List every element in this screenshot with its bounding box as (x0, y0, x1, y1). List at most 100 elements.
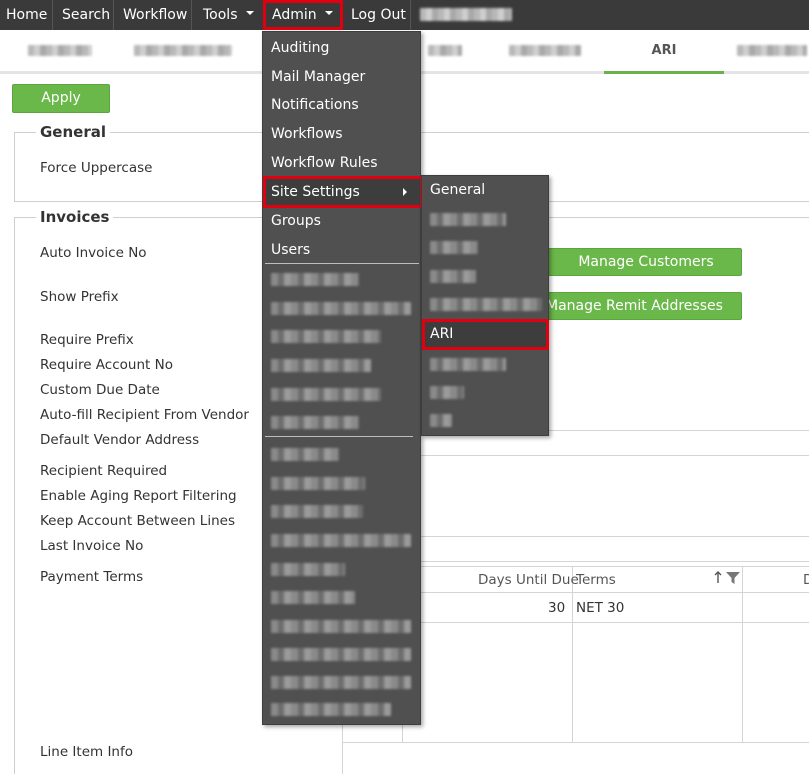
menu-divider (265, 263, 419, 264)
menu-item-mail-manager[interactable]: Mail Manager (263, 63, 420, 92)
menu-item-redacted[interactable] (263, 351, 420, 380)
grid-header-terms[interactable]: Terms (576, 572, 616, 588)
menu-item-workflows[interactable]: Workflows (263, 120, 420, 149)
redacted-menu-label (271, 447, 339, 461)
redacted-menu-label (271, 415, 359, 429)
nav-tools-label: Tools (203, 7, 238, 23)
redacted-menu-label (430, 269, 476, 283)
grid-header-days-until-due[interactable]: Days Until Due (478, 572, 579, 588)
general-legend: General (36, 123, 110, 141)
tab-redacted[interactable] (500, 30, 590, 71)
enable-aging-label: Enable Aging Report Filtering (40, 488, 237, 504)
submenu-item-redacted[interactable] (422, 290, 548, 319)
apply-button[interactable]: Apply (12, 84, 110, 113)
nav-logout[interactable]: Log Out (345, 0, 412, 30)
menu-item-redacted[interactable] (263, 265, 420, 294)
menu-item-redacted[interactable] (263, 526, 420, 555)
site-settings-submenu: General ARI (421, 175, 549, 436)
menu-item-notifications[interactable]: Notifications (263, 91, 420, 120)
menu-item-redacted[interactable] (263, 440, 420, 469)
last-invoice-no-label: Last Invoice No (40, 538, 144, 554)
redacted-menu-label (271, 272, 359, 286)
nav-tools[interactable]: Tools (197, 0, 260, 30)
auto-fill-recipient-label: Auto-fill Recipient From Vendor (40, 407, 249, 423)
nav-admin-label: Admin (272, 7, 317, 23)
nav-separator (410, 0, 411, 30)
redacted-menu-label (271, 476, 365, 490)
menu-item-redacted[interactable] (263, 612, 420, 641)
last-invoice-no-input[interactable] (420, 536, 809, 562)
submenu-item-redacted[interactable] (422, 350, 548, 379)
redacted-menu-label (430, 357, 506, 371)
show-prefix-label: Show Prefix (40, 289, 119, 305)
redacted-username (420, 8, 512, 21)
grid-cell-terms[interactable]: NET 30 (576, 600, 624, 616)
require-account-no-label: Require Account No (40, 357, 173, 373)
submenu-item-general[interactable]: General (422, 176, 548, 205)
tab-ari[interactable]: ARI (604, 30, 724, 74)
redacted-menu-label (271, 590, 355, 604)
invoices-legend: Invoices (36, 208, 114, 226)
auto-invoice-no-label: Auto Invoice No (40, 245, 147, 261)
menu-item-redacted[interactable] (263, 380, 420, 409)
tab-redacted[interactable] (420, 30, 470, 71)
menu-item-redacted[interactable] (263, 322, 420, 351)
redacted-menu-label (271, 562, 345, 576)
redacted-menu-label (271, 702, 391, 716)
menu-item-site-settings[interactable]: Site Settings (263, 176, 423, 208)
menu-item-redacted[interactable] (263, 668, 420, 697)
require-prefix-label: Require Prefix (40, 332, 134, 348)
payment-terms-label: Payment Terms (40, 569, 144, 585)
menu-item-groups[interactable]: Groups (263, 207, 420, 236)
submenu-item-redacted[interactable] (422, 205, 548, 234)
menu-item-redacted[interactable] (263, 408, 420, 437)
filter-icon[interactable] (726, 572, 740, 584)
manage-remit-addresses-button[interactable]: Manage Remit Addresses (532, 292, 742, 320)
redacted-menu-label (271, 387, 381, 401)
redacted-tab-label (133, 45, 232, 56)
keep-account-label: Keep Account Between Lines (40, 513, 235, 529)
redacted-menu-label (271, 533, 411, 547)
grid-cell-days[interactable]: 30 (548, 600, 565, 616)
redacted-tab-label (428, 45, 462, 56)
menu-item-redacted[interactable] (263, 555, 420, 584)
submenu-item-redacted[interactable] (422, 262, 548, 291)
chevron-right-icon (403, 188, 407, 196)
grid-header-partial: D (803, 572, 809, 588)
menu-item-redacted[interactable] (263, 294, 420, 323)
nav-separator (113, 0, 114, 30)
sort-ascending-icon[interactable] (714, 571, 722, 584)
redacted-menu-label (430, 413, 452, 427)
submenu-item-redacted[interactable] (422, 406, 548, 435)
menu-item-redacted[interactable] (263, 583, 420, 612)
nav-home[interactable]: Home (0, 0, 53, 30)
redacted-tab-label (509, 45, 581, 56)
manage-customers-button[interactable]: Manage Customers (532, 248, 742, 276)
menu-item-auditing[interactable]: Auditing (263, 34, 420, 63)
redacted-menu-label (430, 212, 506, 226)
top-navigation-bar: Home Search Workflow Tools Admin Log Out (0, 0, 809, 30)
tab-redacted[interactable] (125, 30, 240, 71)
redacted-tab-label (28, 45, 92, 56)
menu-item-workflow-rules[interactable]: Workflow Rules (263, 149, 420, 178)
redacted-menu-label (271, 675, 411, 689)
nav-workflow[interactable]: Workflow (117, 0, 193, 30)
chevron-down-icon (245, 11, 254, 15)
nav-separator (52, 0, 53, 30)
redacted-menu-label (271, 647, 411, 661)
submenu-item-ari[interactable]: ARI (422, 319, 549, 350)
submenu-item-redacted[interactable] (422, 378, 548, 407)
nav-search[interactable]: Search (56, 0, 116, 30)
menu-divider (265, 436, 413, 437)
menu-item-redacted[interactable] (263, 640, 420, 669)
tab-redacted[interactable] (20, 30, 100, 71)
submenu-item-redacted[interactable] (422, 233, 548, 262)
menu-item-redacted[interactable] (263, 695, 420, 724)
menu-item-redacted[interactable] (263, 469, 420, 498)
menu-item-users[interactable]: Users (263, 236, 420, 265)
nav-admin[interactable]: Admin (263, 0, 343, 30)
line-item-info-box[interactable] (342, 742, 809, 774)
tab-redacted[interactable] (735, 30, 809, 71)
menu-item-redacted[interactable] (263, 497, 420, 526)
grid-column-divider (742, 566, 743, 743)
